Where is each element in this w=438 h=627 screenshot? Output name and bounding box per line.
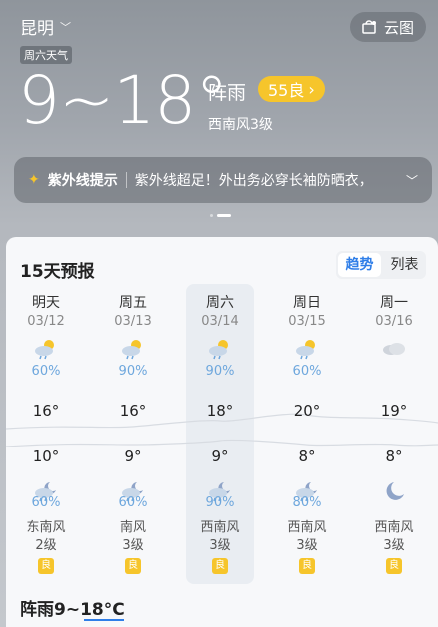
forecast-title: 15天预报 (20, 262, 95, 282)
cloudy-icon (383, 343, 405, 355)
forecast-summary: 阵雨9~18°C (20, 595, 125, 621)
wind-level: 3级 (296, 538, 318, 553)
day-precip: 90% (118, 364, 148, 379)
cloud-map-button[interactable]: 云图 (349, 12, 426, 42)
day-precip: 60% (31, 364, 61, 379)
high-temp: 16° (119, 402, 147, 420)
chevron-down-icon[interactable]: ﹀ (406, 172, 418, 189)
night-precip: 60% (118, 495, 148, 510)
night-precip: 90% (205, 495, 235, 510)
day-name: 明天 (32, 295, 60, 311)
forecast-card: 15天预报 趋势 列表 明天 03/12 60% 16° 10° 60% 东南风… (6, 237, 438, 627)
page-dot (210, 214, 213, 217)
wind-direction: 西南风 (287, 520, 327, 535)
sun-cloud-rain-icon (296, 340, 315, 360)
high-temp: 18° (206, 402, 234, 420)
wind-level: 3级 (209, 538, 231, 553)
aqi-badge-small: 良 (386, 558, 402, 574)
chevron-down-icon: ﹀ (60, 20, 71, 34)
wind-direction: 南风 (119, 520, 146, 535)
page-indicator (210, 214, 231, 217)
chevron-right-icon: › (308, 79, 315, 99)
low-temp: 8° (298, 447, 316, 465)
day-date: 03/16 (375, 314, 413, 329)
aqi-badge-small: 良 (125, 558, 141, 574)
uv-title: 紫外线提示 (47, 173, 118, 189)
sun-cloud-rain-icon (35, 340, 54, 360)
high-temp: 16° (32, 402, 60, 420)
wind-level: 2级 (35, 538, 57, 553)
city-name: 昆明 (20, 19, 54, 39)
day-date: 03/13 (114, 314, 152, 329)
day-date: 03/14 (201, 314, 239, 329)
low-temp: 8° (385, 447, 403, 465)
day-date: 03/12 (27, 314, 65, 329)
aqi-badge-small: 良 (299, 558, 315, 574)
sun-cloud-rain-icon (122, 340, 141, 360)
aqi-badge-small: 良 (212, 558, 228, 574)
aqi-value: 55良 (268, 81, 305, 100)
day-name: 周一 (380, 295, 408, 311)
divider (125, 172, 127, 188)
sparkle-icon: ✦ (28, 172, 40, 188)
wind-level: 3级 (383, 538, 405, 553)
current-temp-range: 9~18° (18, 62, 228, 139)
current-condition: 阵雨 (208, 82, 247, 104)
day-name: 周五 (119, 295, 147, 311)
view-toggle: 趋势 列表 (336, 251, 426, 279)
wind-level: 3级 (122, 538, 144, 553)
low-temp: 10° (32, 447, 60, 465)
current-wind: 西南风3级 (208, 117, 273, 133)
wind-direction: 西南风 (200, 520, 240, 535)
cloud-map-label: 云图 (383, 18, 414, 37)
low-temp: 9° (211, 447, 229, 465)
day-precip: 90% (205, 364, 235, 379)
uv-alert-bar[interactable]: ✦ 紫外线提示 紫外线超足！外出务必穿长袖防晒衣， ﹀ (14, 157, 432, 203)
day-date: 03/15 (288, 314, 326, 329)
wind-direction: 东南风 (26, 520, 66, 535)
tab-list[interactable]: 列表 (383, 253, 426, 277)
night-precip: 80% (292, 495, 322, 510)
aqi-badge-small: 良 (38, 558, 54, 574)
summary-underline (84, 619, 124, 621)
moon-icon (386, 482, 404, 500)
day-name: 周日 (293, 295, 321, 311)
tab-trend[interactable]: 趋势 (338, 253, 381, 277)
high-temp: 19° (380, 402, 408, 420)
page-dot-active (217, 214, 231, 217)
aqi-badge[interactable]: 55良 › (258, 76, 325, 102)
summary-text: 阵雨9~18°C (20, 600, 125, 620)
city-selector[interactable]: 昆明 ﹀ (20, 14, 71, 39)
night-precip: 60% (31, 495, 61, 510)
sun-cloud-rain-icon (209, 340, 228, 360)
day-name: 周六 (206, 295, 234, 311)
high-temp: 20° (293, 402, 321, 420)
top-bar: 昆明 ﹀ 云图 (0, 0, 438, 48)
cloud-map-icon (362, 20, 376, 34)
wind-direction: 西南风 (374, 520, 414, 535)
day-precip: 60% (292, 364, 322, 379)
low-temp: 9° (124, 447, 142, 465)
uv-message: 紫外线超足！外出务必穿长袖防晒衣， (134, 173, 373, 189)
